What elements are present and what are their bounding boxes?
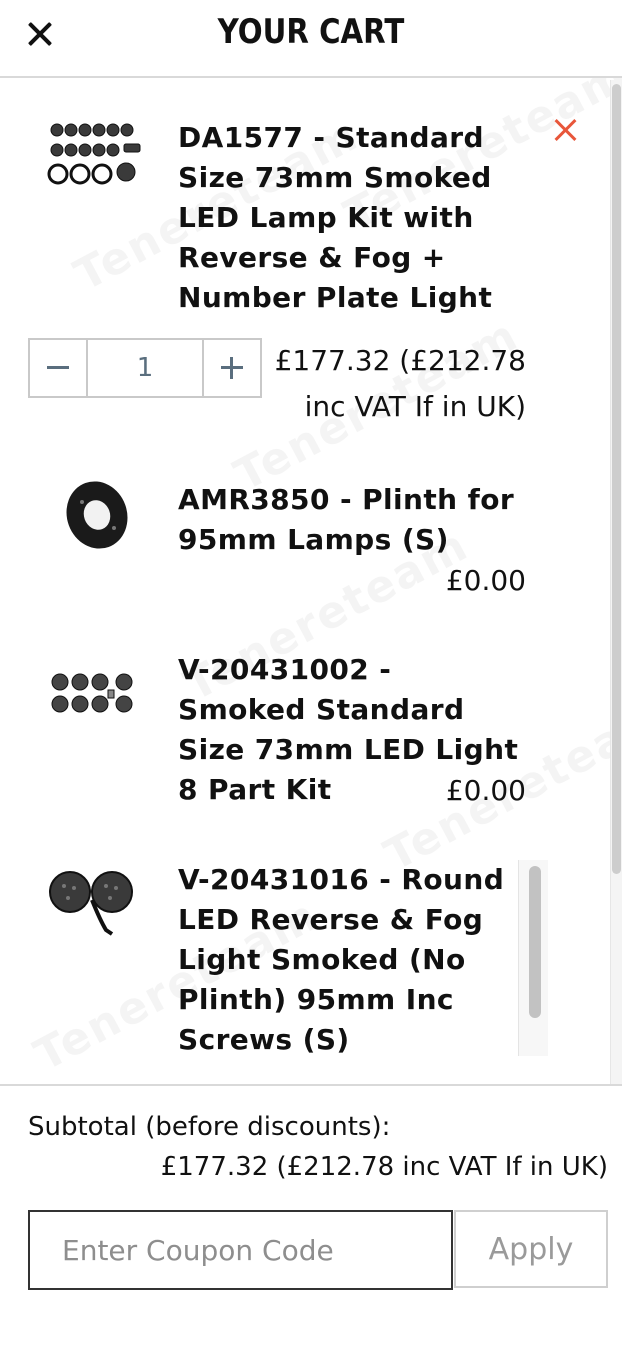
product-image xyxy=(49,871,133,936)
cart-item: V-20431016 - Round LED Reverse & Fog Lig… xyxy=(0,850,600,1084)
apply-coupon-button[interactable]: Apply xyxy=(454,1210,608,1288)
cart-title: YOUR CART xyxy=(217,12,405,52)
page-scrollbar-thumb[interactable] xyxy=(612,84,621,874)
remove-item-icon[interactable] xyxy=(552,116,580,144)
page-scrollbar[interactable] xyxy=(610,80,622,1084)
inner-scrollbar[interactable] xyxy=(518,860,548,1056)
minus-icon[interactable] xyxy=(30,340,88,396)
product-image xyxy=(47,123,141,185)
quantity-value[interactable]: 1 xyxy=(88,340,202,396)
cart-item: AMR3850 - Plinth for 95mm Lamps (S) £0.0… xyxy=(0,460,600,620)
item-name[interactable]: DA1577 - Standard Size 73mm Smoked LED L… xyxy=(178,118,528,318)
quantity-stepper: 1 xyxy=(28,338,262,398)
coupon-input[interactable] xyxy=(28,1210,453,1290)
product-image xyxy=(66,481,128,549)
item-name[interactable]: AMR3850 - Plinth for 95mm Lamps (S) xyxy=(178,480,528,560)
product-image xyxy=(51,673,133,713)
item-name[interactable]: V-20431016 - Round LED Reverse & Fog Lig… xyxy=(178,860,528,1060)
item-price: £0.00 xyxy=(445,564,526,597)
cart-header: YOUR CART xyxy=(0,0,622,78)
cart-item: DA1577 - Standard Size 73mm Smoked LED L… xyxy=(0,80,600,440)
subtotal-label: Subtotal (before discounts): xyxy=(28,1112,391,1142)
inner-scrollbar-thumb[interactable] xyxy=(529,866,541,1018)
subtotal-value: £177.32 (£212.78 inc VAT If in UK) xyxy=(160,1152,608,1182)
item-price: £177.32 (£212.78 inc VAT If in UK) xyxy=(274,344,526,423)
cart-items-list[interactable]: DA1577 - Standard Size 73mm Smoked LED L… xyxy=(0,80,622,1084)
item-price: £0.00 xyxy=(445,774,526,807)
cart-item: V-20431002 - Smoked Standard Size 73mm L… xyxy=(0,640,600,810)
cart-footer: Subtotal (before discounts): £177.32 (£2… xyxy=(0,1084,622,1354)
